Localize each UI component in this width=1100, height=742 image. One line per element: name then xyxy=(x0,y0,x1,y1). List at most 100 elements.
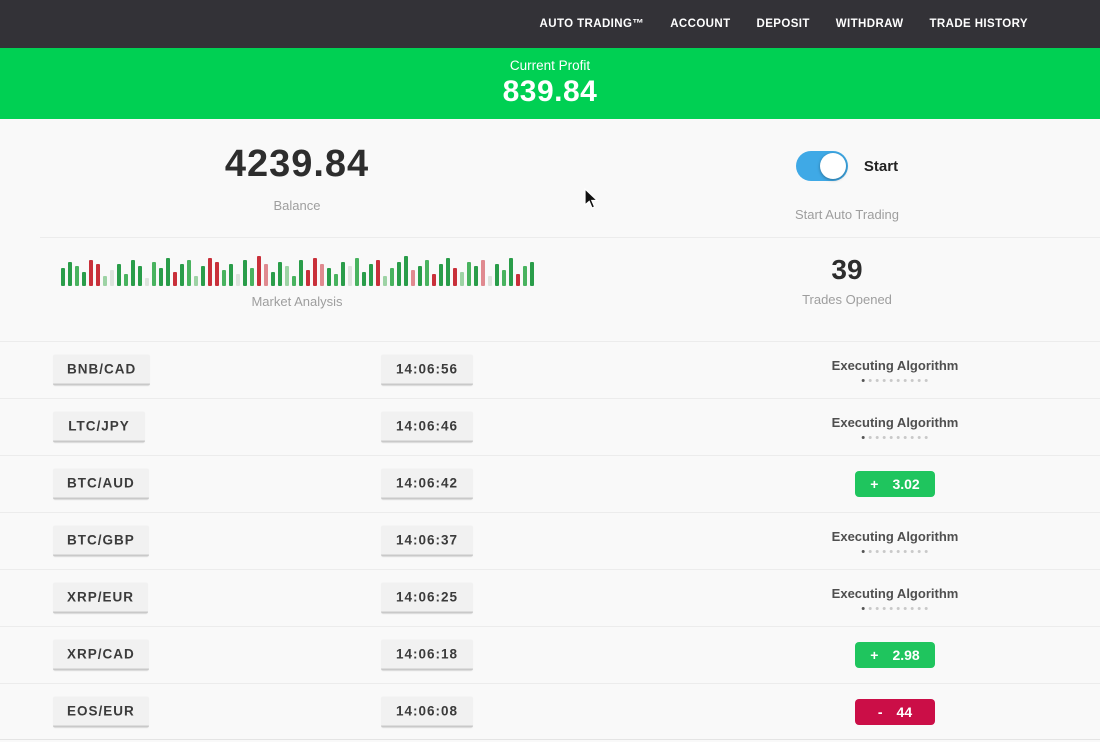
progress-dot-icon xyxy=(876,607,879,610)
chart-bar xyxy=(292,276,296,286)
loss-badge: -44 xyxy=(855,699,935,725)
auto-trading-block: Start Start Auto Trading xyxy=(594,119,1100,237)
chart-bar xyxy=(131,260,135,286)
row-status: Executing Algorithm xyxy=(832,358,959,382)
nav-item-trade-history[interactable]: TRADE HISTORY xyxy=(930,18,1029,30)
trade-row: EOS/EUR 14:06:08 -44 xyxy=(0,683,1100,740)
nav-item-auto-trading[interactable]: AUTO TRADING™ xyxy=(540,18,645,30)
chart-bar xyxy=(278,262,282,286)
chart-bar xyxy=(362,272,366,286)
chart-bar xyxy=(299,260,303,286)
chart-bar xyxy=(313,258,317,286)
chart-bar xyxy=(397,262,401,286)
result-value: 2.98 xyxy=(892,647,919,663)
chart-bar xyxy=(166,258,170,286)
chart-bar xyxy=(460,272,464,286)
progress-dot-icon xyxy=(876,550,879,553)
progress-dot-icon xyxy=(897,379,900,382)
result-sign: - xyxy=(878,704,883,720)
chart-bar xyxy=(103,276,107,286)
trade-row: XRP/CAD 14:06:18 +2.98 xyxy=(0,626,1100,683)
trade-row: XRP/EUR 14:06:25 Executing Algorithm xyxy=(0,569,1100,626)
chart-bar xyxy=(222,270,226,286)
chart-bar xyxy=(96,264,100,286)
nav-item-account[interactable]: ACCOUNT xyxy=(670,18,730,30)
auto-trading-toggle[interactable] xyxy=(796,151,848,181)
progress-dot-icon xyxy=(904,379,907,382)
chart-bar xyxy=(530,262,534,286)
chart-bar xyxy=(383,276,387,286)
pair-badge: BTC/AUD xyxy=(53,469,149,500)
current-profit-banner: Current Profit 839.84 xyxy=(0,48,1100,119)
balance-block: 4239.84 Balance xyxy=(0,119,594,237)
executing-algorithm-label: Executing Algorithm xyxy=(832,586,959,601)
trades-opened-value: 39 xyxy=(831,254,862,286)
progress-dot-icon xyxy=(911,436,914,439)
trades-opened-label: Trades Opened xyxy=(802,292,892,307)
chart-bar xyxy=(243,260,247,286)
progress-dots xyxy=(862,379,928,382)
chart-bar xyxy=(453,268,457,286)
chart-bar xyxy=(432,274,436,286)
pair-badge: EOS/EUR xyxy=(53,696,149,727)
progress-dot-icon xyxy=(890,379,893,382)
time-badge: 14:06:18 xyxy=(381,640,473,671)
nav-item-withdraw[interactable]: WITHDRAW xyxy=(836,18,904,30)
chart-bar xyxy=(257,256,261,286)
progress-dot-icon xyxy=(925,607,928,610)
progress-dot-icon xyxy=(883,607,886,610)
executing-algorithm-label: Executing Algorithm xyxy=(832,415,959,430)
time-badge: 14:06:42 xyxy=(381,469,473,500)
progress-dot-icon xyxy=(897,607,900,610)
time-badge: 14:06:08 xyxy=(381,696,473,727)
chart-bar xyxy=(159,268,163,286)
progress-dot-icon xyxy=(890,436,893,439)
toggle-label: Start xyxy=(864,158,898,175)
chart-bar xyxy=(82,272,86,286)
progress-dots xyxy=(862,436,928,439)
current-profit-label: Current Profit xyxy=(510,58,590,73)
row-status: +2.98 xyxy=(855,642,935,668)
market-analysis-chart xyxy=(61,252,534,286)
progress-dot-icon xyxy=(862,550,865,553)
progress-dot-icon xyxy=(918,379,921,382)
chart-bar xyxy=(61,268,65,286)
chart-bar xyxy=(320,264,324,286)
chart-bar xyxy=(208,258,212,286)
chart-bar xyxy=(110,270,114,286)
trade-row: LTC/JPY 14:06:46 Executing Algorithm xyxy=(0,398,1100,455)
result-value: 44 xyxy=(897,704,913,720)
progress-dot-icon xyxy=(869,379,872,382)
chart-bar xyxy=(495,264,499,286)
chart-bar xyxy=(285,266,289,286)
pair-badge: XRP/CAD xyxy=(53,640,149,671)
progress-dot-icon xyxy=(918,436,921,439)
pair-badge: LTC/JPY xyxy=(53,412,145,443)
chart-bar xyxy=(173,272,177,286)
progress-dot-icon xyxy=(890,607,893,610)
nav-item-deposit[interactable]: DEPOSIT xyxy=(757,18,810,30)
chart-bar xyxy=(488,276,492,286)
chart-bar xyxy=(355,258,359,286)
result-sign: + xyxy=(870,476,878,492)
row-status: Executing Algorithm xyxy=(832,529,959,553)
progress-dot-icon xyxy=(911,379,914,382)
chart-bar xyxy=(404,256,408,286)
progress-dot-icon xyxy=(925,550,928,553)
time-badge: 14:06:46 xyxy=(381,412,473,443)
chart-bar xyxy=(341,262,345,286)
toggle-caption: Start Auto Trading xyxy=(795,207,899,222)
time-badge: 14:06:25 xyxy=(381,583,473,614)
chart-bar xyxy=(481,260,485,286)
chart-bar xyxy=(327,268,331,286)
row-status: -44 xyxy=(855,699,935,725)
chart-bar xyxy=(509,258,513,286)
chart-bar xyxy=(334,274,338,286)
trades-opened-block: 39 Trades Opened xyxy=(594,238,1100,341)
chart-bar xyxy=(124,274,128,286)
top-navbar: AUTO TRADING™ ACCOUNT DEPOSIT WITHDRAW T… xyxy=(0,0,1100,48)
chart-bar xyxy=(348,266,352,286)
chart-bar xyxy=(236,274,240,286)
chart-bar xyxy=(425,260,429,286)
time-badge: 14:06:37 xyxy=(381,526,473,557)
